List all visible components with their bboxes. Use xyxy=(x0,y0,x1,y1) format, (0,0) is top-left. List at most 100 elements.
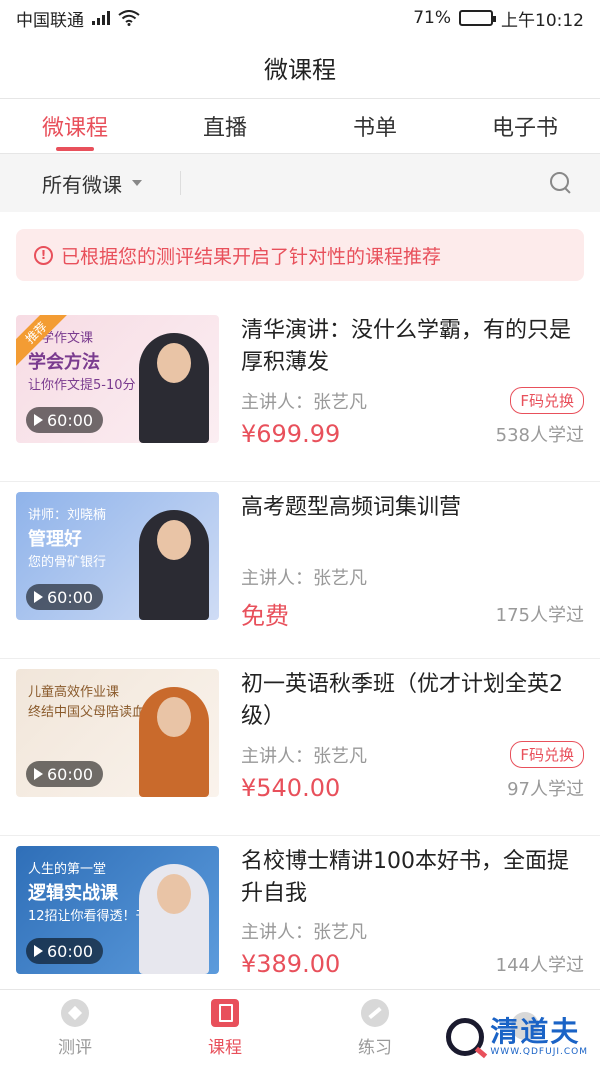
caret-down-icon xyxy=(132,180,142,186)
course-thumbnail[interactable]: 儿童高效作业课 终结中国父母陪读血泪史 60:00 xyxy=(16,669,219,797)
recommendation-notice: ! 已根据您的测评结果开启了针对性的课程推荐 xyxy=(16,229,584,281)
fcode-redeem-badge[interactable]: F码兑换 xyxy=(510,387,584,414)
lecturer-name: 主讲人：张艺凡 xyxy=(241,745,367,767)
course-title[interactable]: 初一英语秋季班（优才计划全英2级） xyxy=(241,669,584,733)
course-info: 高考题型高频词集训营 主讲人：张艺凡 免费 175人学过 xyxy=(219,492,584,658)
course-title[interactable]: 高考题型高频词集训营 xyxy=(241,492,584,556)
course-filter-dropdown[interactable]: 所有微课 xyxy=(42,169,181,198)
duration-label: 60:00 xyxy=(47,587,94,607)
thumbnail-caption: 讲师：刘晓楠 管理好 您的骨矿银行 xyxy=(28,506,106,572)
play-icon xyxy=(34,768,43,780)
price-row: ¥699.99 538人学过 xyxy=(241,420,584,448)
course-list: 小学作文课 学会方法 让你作文提5-10分 推荐 60:00 清华演讲：没什么学… xyxy=(0,305,600,1013)
course-item[interactable]: 讲师：刘晓楠 管理好 您的骨矿银行 60:00 高考题型高频词集训营 主讲人：张… xyxy=(0,482,600,659)
lecturer-photo xyxy=(139,333,209,443)
duration-badge: 60:00 xyxy=(26,938,104,964)
course-info: 清华演讲：没什么学霸，有的只是厚积薄发 主讲人：张艺凡 F码兑换 ¥699.99… xyxy=(219,315,584,481)
learner-count: 97人学过 xyxy=(507,779,584,800)
course-title[interactable]: 名校博士精讲100本好书，全面提升自我 xyxy=(241,846,584,910)
clock: 上午10:12 xyxy=(501,10,584,31)
course-title[interactable]: 清华演讲：没什么学霸，有的只是厚积薄发 xyxy=(241,315,584,379)
status-bar: 中国联通 71% 上午10:12 xyxy=(0,0,600,36)
divider xyxy=(180,171,181,195)
page-title: 微课程 xyxy=(264,55,336,84)
tab-2[interactable]: 书单 xyxy=(300,99,450,153)
play-icon xyxy=(34,591,43,603)
nav-label: 练习 xyxy=(358,1038,392,1058)
course-thumbnail[interactable]: 讲师：刘晓楠 管理好 您的骨矿银行 60:00 xyxy=(16,492,219,620)
thumb-line-3: 让你作文提5-10分 xyxy=(28,377,136,393)
course-item[interactable]: 儿童高效作业课 终结中国父母陪读血泪史 60:00 初一英语秋季班（优才计划全英… xyxy=(0,659,600,836)
course-item[interactable]: 小学作文课 学会方法 让你作文提5-10分 推荐 60:00 清华演讲：没什么学… xyxy=(0,305,600,482)
price-row: ¥540.00 97人学过 xyxy=(241,774,584,802)
battery-icon xyxy=(459,10,496,26)
thumb-line-1: 儿童高效作业课 xyxy=(28,685,120,700)
course-price: ¥540.00 xyxy=(241,774,341,802)
lecturer-row: 主讲人：张艺凡 F码兑换 xyxy=(241,741,584,768)
watermark-text: 清道夫 WWW.QDFUJI.COM xyxy=(490,1015,588,1058)
nav-item-0[interactable]: 测评 xyxy=(0,990,150,1067)
duration-label: 60:00 xyxy=(47,764,94,784)
watermark-q-icon xyxy=(446,1018,485,1056)
course-info: 名校博士精讲100本好书，全面提升自我 主讲人：张艺凡 ¥389.00 144人… xyxy=(219,846,584,1013)
carrier-label: 中国联通 xyxy=(16,10,84,31)
tab-label: 电子书 xyxy=(491,116,558,141)
lecturer-name: 主讲人：张艺凡 xyxy=(241,391,367,413)
watermark-logo: 清道夫 WWW.QDFUJI.COM xyxy=(446,1017,588,1057)
nav-item-2[interactable]: 练习 xyxy=(300,990,450,1067)
lecturer-photo xyxy=(139,687,209,797)
nav-label: 测评 xyxy=(58,1038,92,1058)
tab-label: 微课程 xyxy=(41,116,108,141)
status-right: 71% 上午10:12 xyxy=(413,6,584,31)
search-icon[interactable] xyxy=(550,172,572,194)
tab-1[interactable]: 直播 xyxy=(150,99,300,153)
category-tabs: 微课程 直播 书单 电子书 xyxy=(0,98,600,154)
learner-count: 175人学过 xyxy=(495,604,584,626)
nav-item-1[interactable]: 课程 xyxy=(150,990,300,1067)
thumbnail-caption: 小学作文课 学会方法 让你作文提5-10分 xyxy=(28,329,136,395)
notice-text: 已根据您的测评结果开启了针对性的课程推荐 xyxy=(61,245,442,268)
battery-percent: 71% xyxy=(413,8,451,28)
tab-label: 直播 xyxy=(202,116,247,141)
lecturer-photo xyxy=(139,510,209,620)
duration-badge: 60:00 xyxy=(26,407,104,433)
lecturer-name: 主讲人：张艺凡 xyxy=(241,922,367,943)
tab-3[interactable]: 电子书 xyxy=(450,99,600,153)
nav-label: 课程 xyxy=(208,1038,242,1058)
status-left: 中国联通 xyxy=(16,6,140,31)
course-thumbnail[interactable]: 小学作文课 学会方法 让你作文提5-10分 推荐 60:00 xyxy=(16,315,219,443)
play-icon xyxy=(34,414,43,426)
tab-label: 书单 xyxy=(352,116,397,141)
thumb-line-2: 学会方法 xyxy=(28,351,100,373)
duration-label: 60:00 xyxy=(47,941,94,961)
thumb-line-3: 您的骨矿银行 xyxy=(28,554,107,570)
tab-0[interactable]: 微课程 xyxy=(0,99,150,153)
thumb-line-1: 人生的第一堂 xyxy=(28,862,107,877)
thumb-line-2: 管理好 xyxy=(28,528,82,550)
learner-count: 144人学过 xyxy=(495,955,584,976)
watermark-name: 清道夫 xyxy=(490,1015,581,1048)
duration-badge: 60:00 xyxy=(26,584,104,610)
learner-count: 538人学过 xyxy=(495,425,584,446)
wifi-icon xyxy=(118,10,140,26)
course-price: ¥389.00 xyxy=(241,950,341,978)
course-price: 免费 xyxy=(241,602,289,630)
evaluation-icon xyxy=(61,999,89,1027)
duration-badge: 60:00 xyxy=(26,761,104,787)
duration-label: 60:00 xyxy=(47,410,94,430)
fcode-redeem-badge[interactable]: F码兑换 xyxy=(510,741,584,768)
play-icon xyxy=(34,945,43,957)
signal-icon xyxy=(92,11,110,25)
filter-bar: 所有微课 xyxy=(0,154,600,212)
course-thumbnail[interactable]: 人生的第一堂 逻辑实战课 12招让你看得透！干得好！ 60:00 xyxy=(16,846,219,974)
alert-icon: ! xyxy=(34,245,53,265)
lecturer-photo xyxy=(139,864,209,974)
lecturer-row: 主讲人：张艺凡 xyxy=(241,564,584,590)
book-icon xyxy=(211,999,239,1027)
lecturer-name: 主讲人：张艺凡 xyxy=(241,568,367,589)
lecturer-row: 主讲人：张艺凡 F码兑换 xyxy=(241,387,584,414)
pencil-icon xyxy=(361,999,389,1027)
course-item[interactable]: 人生的第一堂 逻辑实战课 12招让你看得透！干得好！ 60:00 名校博士精讲1… xyxy=(0,836,600,1013)
course-info: 初一英语秋季班（优才计划全英2级） 主讲人：张艺凡 F码兑换 ¥540.00 9… xyxy=(219,669,584,835)
lecturer-row: 主讲人：张艺凡 xyxy=(241,918,584,944)
